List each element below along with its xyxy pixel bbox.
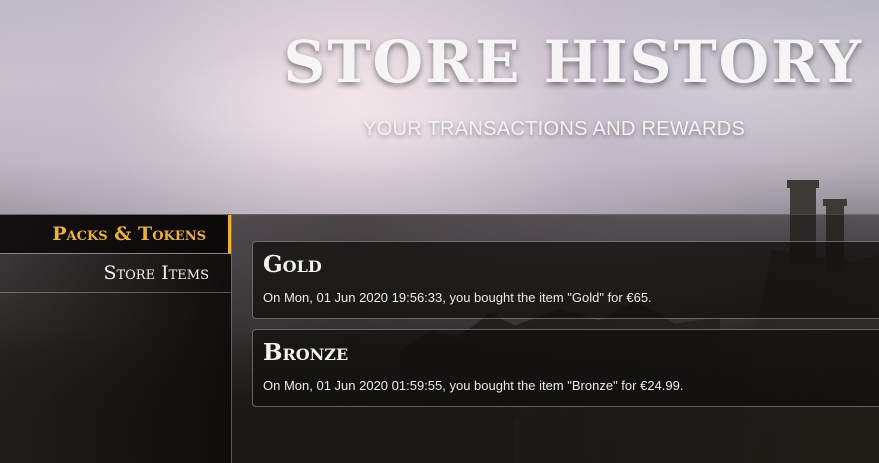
main-panel: Packs & Tokens Store Items Gold On Mon, … (0, 214, 879, 463)
tab-packs-tokens[interactable]: Packs & Tokens (0, 215, 231, 254)
transaction-item-name: Bronze (263, 339, 349, 366)
transaction-card: Bronze On Mon, 01 Jun 2020 01:59:55, you… (252, 329, 879, 407)
castle-tower-top (823, 199, 847, 206)
tab-store-items[interactable]: Store Items (0, 254, 231, 293)
transaction-card: Gold On Mon, 01 Jun 2020 19:56:33, you b… (252, 241, 879, 319)
transaction-description: On Mon, 01 Jun 2020 01:59:55, you bought… (263, 378, 684, 393)
page-title: STORE HISTORY (283, 28, 863, 96)
sidebar: Packs & Tokens Store Items (0, 215, 232, 463)
page-subtitle: YOUR TRANSACTIONS AND REWARDS (363, 118, 746, 140)
castle-tower-top (787, 180, 819, 188)
transaction-list: Gold On Mon, 01 Jun 2020 19:56:33, you b… (252, 241, 879, 417)
transaction-description: On Mon, 01 Jun 2020 19:56:33, you bought… (263, 290, 652, 305)
transaction-item-name: Gold (263, 251, 322, 278)
